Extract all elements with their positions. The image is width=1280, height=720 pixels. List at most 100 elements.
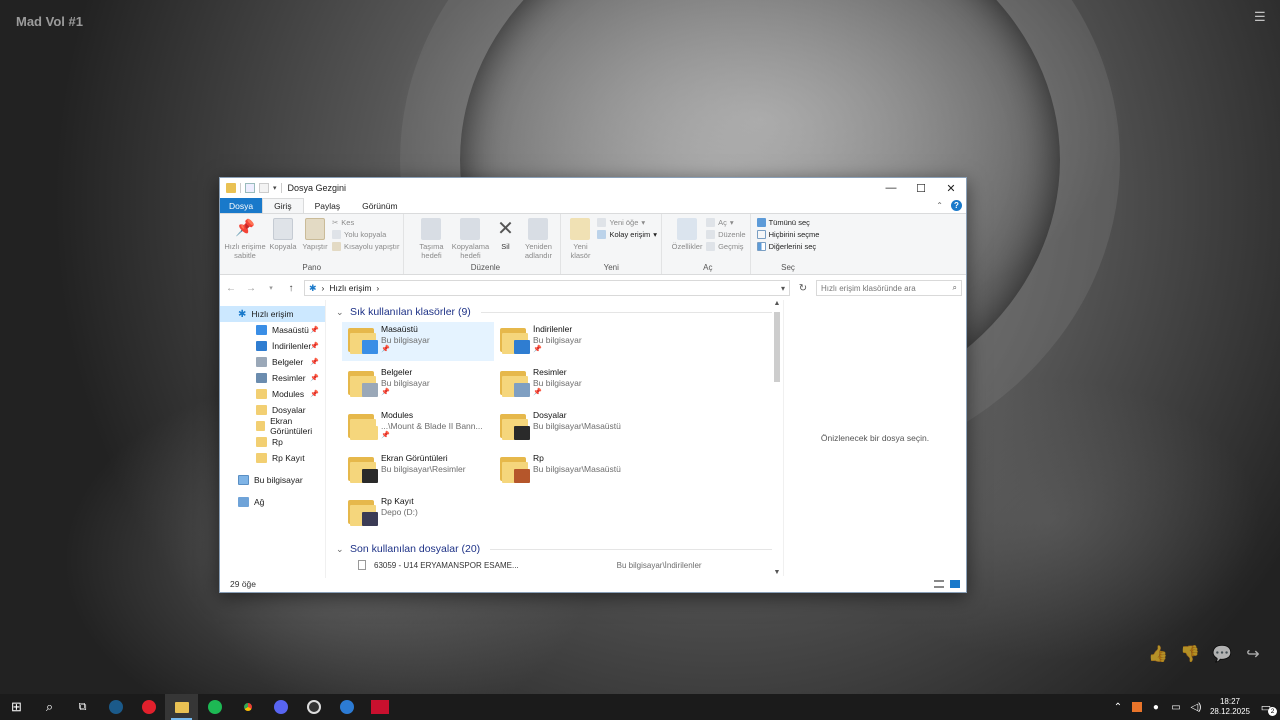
- folder-tile[interactable]: Resimler Bu bilgisayar 📌: [494, 365, 646, 404]
- search-input[interactable]: Hızlı erişim klasöründe ara ⌕: [816, 280, 962, 296]
- taskbar-app-3[interactable]: [363, 694, 396, 720]
- sidebar-item[interactable]: Resimler 📌: [220, 370, 325, 386]
- taskbar-chrome[interactable]: [231, 694, 264, 720]
- tray-app-icon[interactable]: [1131, 702, 1142, 712]
- taskbar-discord[interactable]: [264, 694, 297, 720]
- wallpaper-menu-icon[interactable]: ☰: [1254, 10, 1268, 24]
- clock[interactable]: 18:27 28.12.2025: [1210, 697, 1250, 717]
- taskbar-steam[interactable]: [99, 694, 132, 720]
- edit-button[interactable]: Düzenle: [706, 230, 746, 239]
- select-all-button[interactable]: Tümünü seç: [756, 218, 820, 227]
- paste-button[interactable]: Yapıştır: [300, 216, 330, 263]
- thumbs-down-icon[interactable]: 👎: [1180, 644, 1200, 664]
- folder-icon: [498, 324, 530, 354]
- sidebar-item[interactable]: Modules 📌: [220, 386, 325, 402]
- delete-button[interactable]: ✕ Sil: [492, 216, 518, 263]
- folder-tile[interactable]: Rp Kayıt Depo (D:): [342, 494, 494, 533]
- close-button[interactable]: ✕: [936, 178, 966, 198]
- search-button[interactable]: ⌕: [33, 694, 66, 720]
- pin-quick-access-button[interactable]: 📌 Hızlı erişime sabitle: [224, 216, 266, 263]
- open-button[interactable]: Aç ▾: [706, 218, 746, 227]
- help-icon[interactable]: ?: [951, 200, 962, 211]
- folder-tile[interactable]: Modules ...\Mount & Blade II Bann... 📌: [342, 408, 494, 447]
- sidebar-item[interactable]: Ekran Görüntüleri: [220, 416, 325, 436]
- folder-tile[interactable]: Belgeler Bu bilgisayar 📌: [342, 365, 494, 404]
- share-icon[interactable]: ↪: [1244, 644, 1262, 664]
- folder-tile[interactable]: Rp Bu bilgisayar\Masaüstü: [494, 451, 646, 490]
- refresh-icon[interactable]: ↻: [796, 283, 810, 294]
- new-folder-icon[interactable]: [259, 183, 269, 193]
- folder-location: Bu bilgisayar\Masaüstü: [533, 463, 621, 474]
- up-arrow-icon[interactable]: ↑: [284, 283, 298, 294]
- large-icons-view-icon[interactable]: [950, 580, 960, 588]
- scroll-down-icon[interactable]: ▼: [772, 569, 782, 576]
- taskbar-opera[interactable]: [132, 694, 165, 720]
- list-item[interactable]: 63059 - U14 ERYAMANSPOR ESAME... Bu bilg…: [336, 559, 772, 571]
- collapse-ribbon-icon[interactable]: ⌃: [936, 201, 943, 210]
- folder-name: Ekran Görüntüleri: [381, 453, 448, 463]
- taskbar-file-explorer[interactable]: [165, 694, 198, 720]
- paste-shortcut-button[interactable]: Kısayolu yapıştır: [332, 242, 399, 251]
- sidebar-item[interactable]: İndirilenler 📌: [220, 338, 325, 354]
- title-bar[interactable]: ▾ Dosya Gezgini — ☐ ✕: [220, 178, 966, 198]
- microphone-icon[interactable]: ●: [1150, 702, 1162, 713]
- folder-tile[interactable]: Ekran Görüntüleri Bu bilgisayar\Resimler: [342, 451, 494, 490]
- tab-share[interactable]: Paylaş: [304, 198, 352, 213]
- breadcrumb[interactable]: Hızlı erişim: [329, 283, 371, 293]
- folder-tile[interactable]: Masaüstü Bu bilgisayar 📌: [342, 322, 494, 361]
- sidebar-item-this-pc[interactable]: Bu bilgisayar: [220, 472, 325, 488]
- back-arrow-icon[interactable]: ←: [224, 283, 238, 294]
- details-view-icon[interactable]: [934, 580, 944, 588]
- sidebar-item-quick-access[interactable]: ✱ Hızlı erişim: [220, 306, 325, 322]
- chevron-down-icon[interactable]: ▾: [781, 284, 785, 293]
- history-button[interactable]: Geçmiş: [706, 242, 746, 251]
- thumbs-up-icon[interactable]: 👍: [1148, 644, 1168, 664]
- new-folder-button[interactable]: Yeni klasör: [565, 216, 595, 263]
- chevron-up-icon[interactable]: ⌃: [1112, 702, 1124, 713]
- tab-view[interactable]: Görünüm: [351, 198, 408, 213]
- easy-access-button[interactable]: Kolay erişim ▾: [597, 230, 657, 239]
- preview-pane: Önizlenecek bir dosya seçin.: [783, 300, 966, 576]
- properties-icon[interactable]: [245, 183, 255, 193]
- new-item-button[interactable]: Yeni öğe ▾: [597, 218, 657, 227]
- sidebar-item[interactable]: Masaüstü 📌: [220, 322, 325, 338]
- tab-file[interactable]: Dosya: [220, 198, 263, 213]
- sidebar-item[interactable]: Rp: [220, 434, 325, 450]
- network-icon[interactable]: ▭: [1170, 702, 1182, 713]
- select-none-button[interactable]: Hiçbirini seçme: [756, 230, 819, 239]
- task-view-button[interactable]: ⧉: [66, 694, 99, 720]
- vertical-scrollbar[interactable]: ▲ ▼: [772, 300, 782, 576]
- copy-button[interactable]: Kopyala: [268, 216, 298, 263]
- minimize-button[interactable]: —: [876, 178, 906, 198]
- forward-arrow-icon[interactable]: →: [244, 283, 258, 294]
- comment-icon[interactable]: 💬: [1212, 644, 1232, 664]
- recent-files-header[interactable]: ⌄ Son kullanılan dosyalar (20): [336, 541, 772, 557]
- start-button[interactable]: ⊞: [0, 694, 33, 720]
- frequent-folders-header[interactable]: ⌄ Sık kullanılan klasörler (9): [336, 304, 772, 320]
- address-bar[interactable]: ✱ › Hızlı erişim › ▾: [304, 280, 790, 296]
- folder-icon: [256, 437, 267, 447]
- scroll-thumb[interactable]: [774, 312, 780, 382]
- copy-to-button[interactable]: Kopyalama hedefi: [450, 216, 490, 263]
- taskbar-app-2[interactable]: [330, 694, 363, 720]
- move-to-button[interactable]: Taşıma hedefi: [414, 216, 448, 263]
- sidebar-item[interactable]: Belgeler 📌: [220, 354, 325, 370]
- sidebar-item-network[interactable]: Ağ: [220, 494, 325, 510]
- folder-tile[interactable]: Dosyalar Bu bilgisayar\Masaüstü: [494, 408, 646, 447]
- scroll-up-icon[interactable]: ▲: [772, 300, 782, 307]
- copy-path-button[interactable]: Yolu kopyala: [332, 230, 399, 239]
- properties-button[interactable]: Özellikler: [670, 216, 704, 263]
- volume-icon[interactable]: ◁): [1190, 702, 1202, 713]
- invert-selection-button[interactable]: Diğerlerini seç: [756, 242, 820, 251]
- tab-home[interactable]: Giriş: [262, 198, 304, 213]
- chevron-down-icon[interactable]: ▾: [273, 184, 277, 192]
- maximize-button[interactable]: ☐: [906, 178, 936, 198]
- rename-button[interactable]: Yeniden adlandır: [520, 216, 556, 263]
- folder-tile[interactable]: İndirilenler Bu bilgisayar 📌: [494, 322, 646, 361]
- recent-locations-icon[interactable]: ▾: [264, 284, 278, 292]
- sidebar-item[interactable]: Rp Kayıt: [220, 450, 325, 466]
- taskbar-spotify[interactable]: [198, 694, 231, 720]
- taskbar-app-1[interactable]: [297, 694, 330, 720]
- cut-button[interactable]: ✂ Kes: [332, 218, 399, 227]
- notification-center-button[interactable]: ▭ 2: [1258, 700, 1277, 716]
